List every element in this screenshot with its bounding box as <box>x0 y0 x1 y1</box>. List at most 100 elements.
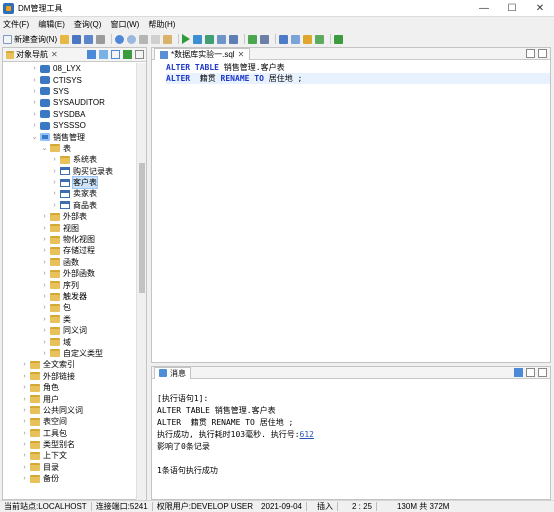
save-all-button[interactable] <box>84 33 94 45</box>
explain-button[interactable] <box>205 33 215 45</box>
connect-icon[interactable] <box>87 50 96 59</box>
chevron-right-icon[interactable]: › <box>21 418 28 425</box>
chevron-right-icon[interactable]: › <box>41 259 48 266</box>
tree-item[interactable]: › 存储过程 <box>3 245 137 256</box>
menu-window[interactable]: 窗口(W) <box>110 19 139 30</box>
open-button[interactable] <box>60 33 70 45</box>
chevron-right-icon[interactable]: › <box>31 122 38 129</box>
minimize-icon[interactable] <box>526 49 535 58</box>
chevron-right-icon[interactable]: › <box>41 304 48 311</box>
chevron-down-icon[interactable]: ⌄ <box>41 144 48 152</box>
chevron-right-icon[interactable]: › <box>21 441 28 448</box>
minimize-icon[interactable] <box>526 368 535 377</box>
minimize-button[interactable]: — <box>470 0 498 17</box>
chevron-right-icon[interactable]: › <box>21 407 28 414</box>
tree-item[interactable]: › 类 <box>3 314 137 325</box>
tree-item[interactable]: › 外部函数 <box>3 268 137 279</box>
maximize-icon[interactable] <box>538 368 547 377</box>
menu-edit[interactable]: 编辑(E) <box>38 19 65 30</box>
tree-item[interactable]: › 客户表 <box>3 176 137 190</box>
chevron-right-icon[interactable]: › <box>41 236 48 243</box>
menu-query[interactable]: 查询(Q) <box>74 19 102 30</box>
calendar-button[interactable] <box>279 33 289 45</box>
tree-item[interactable]: › SYS <box>3 86 137 97</box>
chevron-right-icon[interactable]: › <box>41 327 48 334</box>
monitor-button[interactable] <box>315 33 325 45</box>
tree-item[interactable]: › 全文索引 <box>3 359 137 370</box>
close-icon[interactable]: ✕ <box>238 50 245 59</box>
close-icon[interactable]: ✕ <box>51 50 58 59</box>
chevron-right-icon[interactable]: › <box>31 77 38 84</box>
chevron-right-icon[interactable]: › <box>31 111 38 118</box>
redo-button[interactable] <box>127 33 137 45</box>
menu-help[interactable]: 帮助(H) <box>148 19 175 30</box>
tree-item[interactable]: › 包 <box>3 302 137 313</box>
filter-icon[interactable] <box>111 50 120 59</box>
message-options-icon[interactable] <box>514 368 523 377</box>
maximize-button[interactable]: ☐ <box>498 0 526 17</box>
tree-item[interactable]: › 触发器 <box>3 291 137 302</box>
tree-item[interactable]: › 表空间 <box>3 416 137 427</box>
cut-button[interactable] <box>139 33 149 45</box>
tree-item[interactable]: › 物化视图 <box>3 234 137 245</box>
tree-item[interactable]: › SYSDBA <box>3 109 137 120</box>
close-button[interactable]: ✕ <box>526 0 554 17</box>
chevron-right-icon[interactable]: › <box>41 213 48 220</box>
chevron-right-icon[interactable]: › <box>31 65 38 72</box>
chevron-right-icon[interactable]: › <box>41 247 48 254</box>
tab-object-navigator[interactable]: 对象导航 ✕ <box>6 49 58 60</box>
execution-number-link[interactable]: 612 <box>300 430 314 439</box>
chevron-right-icon[interactable]: › <box>41 293 48 300</box>
tools-button[interactable] <box>334 33 344 45</box>
chevron-right-icon[interactable]: › <box>31 99 38 106</box>
code-line[interactable]: ALTER TABLE 销售管理.客户表 <box>166 62 550 73</box>
chevron-right-icon[interactable]: › <box>51 190 58 197</box>
chevron-right-icon[interactable]: › <box>41 225 48 232</box>
chevron-right-icon[interactable]: › <box>51 168 58 175</box>
chevron-right-icon[interactable]: › <box>21 384 28 391</box>
tree-item[interactable]: › 域 <box>3 336 137 347</box>
tree-item[interactable]: › 商品表 <box>3 200 137 211</box>
tree-item[interactable]: › SYSSSO <box>3 120 137 131</box>
chevron-right-icon[interactable]: › <box>41 339 48 346</box>
minimize-icon[interactable] <box>135 50 144 59</box>
chevron-right-icon[interactable]: › <box>51 179 58 186</box>
tree-item[interactable]: › 上下文 <box>3 450 137 461</box>
chevron-right-icon[interactable]: › <box>21 452 28 459</box>
chevron-right-icon[interactable]: › <box>41 350 48 357</box>
tree-item[interactable]: › 类型别名 <box>3 439 137 450</box>
tree-item[interactable]: › SYSAUDITOR <box>3 97 137 108</box>
tree-item[interactable]: › 卖家表 <box>3 188 137 199</box>
tree-item[interactable]: › 同义词 <box>3 325 137 336</box>
new-query-button[interactable]: 新建查询(N) <box>3 33 57 45</box>
chevron-right-icon[interactable]: › <box>41 282 48 289</box>
tab-messages[interactable]: 消息 <box>154 366 191 379</box>
refresh-icon[interactable] <box>99 50 108 59</box>
chevron-right-icon[interactable]: › <box>21 361 28 368</box>
chevron-right-icon[interactable]: › <box>51 156 58 163</box>
tree-item[interactable]: › 函数 <box>3 257 137 268</box>
chevron-right-icon[interactable]: › <box>41 270 48 277</box>
tree-item[interactable]: › 备份 <box>3 473 137 484</box>
code-line-current[interactable]: ALTER 籍贯 RENAME TO 居住地 ; <box>166 73 550 84</box>
commit-button[interactable] <box>248 33 258 45</box>
tree-item[interactable]: › CTISYS <box>3 74 137 85</box>
chevron-right-icon[interactable]: › <box>21 464 28 471</box>
tree-item[interactable]: ⌄ 销售管理 <box>3 131 137 142</box>
chevron-right-icon[interactable]: › <box>21 373 28 380</box>
collapse-all-icon[interactable] <box>123 50 132 59</box>
undo-button[interactable] <box>115 33 125 45</box>
tab-sql-file[interactable]: *数据库实验一.sql ✕ <box>154 48 251 60</box>
table-button[interactable] <box>291 33 301 45</box>
tree-item[interactable]: › 购买记录表 <box>3 166 137 177</box>
sql-code-area[interactable]: ALTER TABLE 销售管理.客户表 ALTER 籍贯 RENAME TO … <box>166 62 550 84</box>
tree-item[interactable]: ⌄ 表 <box>3 143 137 154</box>
tree-item[interactable]: › 角色 <box>3 382 137 393</box>
chevron-right-icon[interactable]: › <box>21 475 28 482</box>
chevron-right-icon[interactable]: › <box>21 430 28 437</box>
copy-button[interactable] <box>151 33 161 45</box>
chevron-right-icon[interactable]: › <box>41 316 48 323</box>
execute-button[interactable] <box>182 33 191 45</box>
tree-item[interactable]: › 系统表 <box>3 154 137 165</box>
tree-item[interactable]: › 08_LYX <box>3 63 137 74</box>
